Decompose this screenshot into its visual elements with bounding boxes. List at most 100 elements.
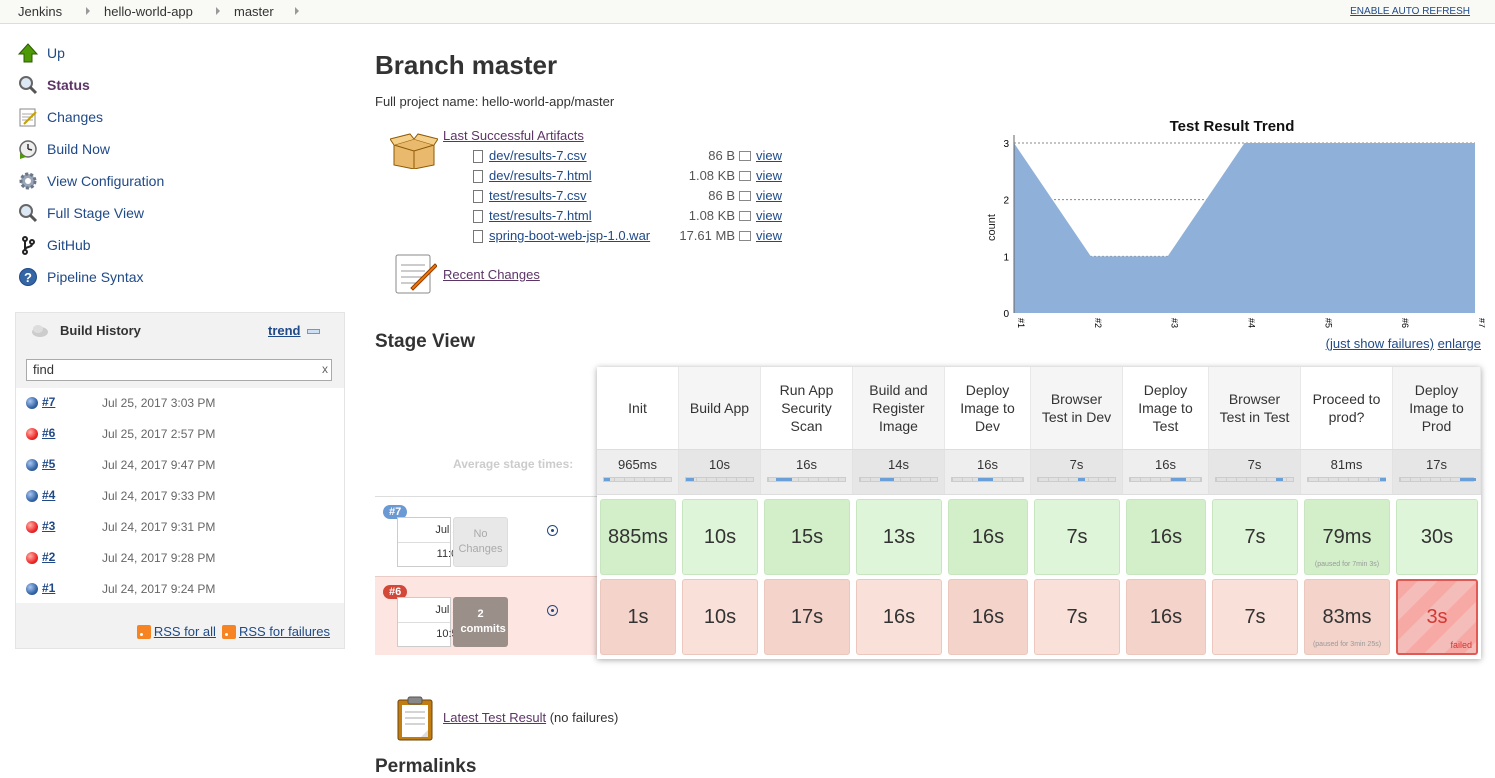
rss-failures-link[interactable]: RSS for failures	[239, 624, 330, 639]
stage-cell[interactable]: 79ms (paused for 7min 3s)	[1304, 499, 1390, 575]
stage-cell[interactable]: 16s	[948, 579, 1028, 655]
artifact-view-link[interactable]: view	[756, 168, 782, 183]
artifact-link[interactable]: test/results-7.html	[489, 208, 592, 223]
help-icon: ?	[17, 266, 39, 288]
task-up[interactable]: Up	[17, 41, 65, 65]
view-icon[interactable]	[739, 151, 751, 161]
search-clear-icon[interactable]: x	[322, 362, 328, 376]
task-label[interactable]: Pipeline Syntax	[47, 269, 144, 285]
task-label[interactable]: Up	[47, 45, 65, 61]
task-build-now[interactable]: Build Now	[17, 137, 110, 161]
artifact-link[interactable]: dev/results-7.csv	[489, 148, 587, 163]
task-pipeline-syntax[interactable]: ? Pipeline Syntax	[17, 265, 144, 289]
artifact-link[interactable]: test/results-7.csv	[489, 188, 587, 203]
magnifier-icon	[17, 74, 39, 96]
breadcrumb-hello-world-app[interactable]: hello-world-app	[104, 4, 193, 19]
task-label[interactable]: GitHub	[47, 237, 91, 253]
stage-cell[interactable]: 3s failed	[1396, 579, 1478, 655]
latest-test-result: Latest Test Result (no failures)	[443, 710, 618, 725]
build-history-trend-link[interactable]: trend	[268, 323, 301, 338]
breadcrumb-separator[interactable]	[86, 7, 90, 15]
artifact-view-link[interactable]: view	[756, 208, 782, 223]
download-icon[interactable]	[547, 525, 558, 536]
artifact-link[interactable]: spring-boot-web-jsp-1.0.war	[489, 228, 650, 243]
build-number-link[interactable]: #7	[42, 395, 55, 409]
last-successful-artifacts-link[interactable]: Last Successful Artifacts	[443, 128, 584, 143]
stage-cell[interactable]: 1s	[600, 579, 676, 655]
stage-average-value: 965ms	[617, 457, 658, 472]
build-row[interactable]: #4 Jul 24, 2017 9:33 PM	[16, 481, 344, 512]
build-row[interactable]: #6 Jul 25, 2017 2:57 PM	[16, 419, 344, 450]
artifact-link[interactable]: dev/results-7.html	[489, 168, 592, 183]
build-number-link[interactable]: #4	[42, 488, 55, 502]
stage-cell[interactable]: 83ms (paused for 3min 25s)	[1304, 579, 1390, 655]
enlarge-link[interactable]: enlarge	[1438, 336, 1481, 351]
stage-average-bar	[603, 477, 672, 482]
stage-cell[interactable]: 16s	[856, 579, 942, 655]
build-row[interactable]: #7 Jul 25, 2017 3:03 PM	[16, 388, 344, 419]
task-label[interactable]: View Configuration	[47, 173, 164, 189]
view-icon[interactable]	[739, 191, 751, 201]
stage-cell[interactable]: 13s	[856, 499, 942, 575]
run-row-7[interactable]: #7 Jul 25 11:03 No Changes	[375, 496, 597, 575]
view-icon[interactable]	[739, 211, 751, 221]
latest-test-result-link[interactable]: Latest Test Result	[443, 710, 546, 725]
build-row[interactable]: #5 Jul 24, 2017 9:47 PM	[16, 450, 344, 481]
breadcrumb-separator[interactable]	[216, 7, 220, 15]
stage-cell[interactable]: 30s	[1396, 499, 1478, 575]
artifact-view-link[interactable]: view	[756, 228, 782, 243]
build-number-link[interactable]: #3	[42, 519, 55, 533]
just-show-failures-link[interactable]: (just show failures)	[1326, 336, 1434, 351]
stage-cell[interactable]: 16s	[1126, 579, 1206, 655]
stage-cell[interactable]: 15s	[764, 499, 850, 575]
stage-average-time: 965ms	[597, 449, 679, 495]
rss-all-link[interactable]: RSS for all	[154, 624, 216, 639]
breadcrumb-master[interactable]: master	[234, 4, 274, 19]
build-number-link[interactable]: #2	[42, 550, 55, 564]
run-changes-label: 2 commits	[460, 608, 506, 635]
build-number-link[interactable]: #1	[42, 581, 55, 595]
stage-cell[interactable]: 7s	[1034, 499, 1120, 575]
stage-cell[interactable]: 16s	[1126, 499, 1206, 575]
stage-cell-duration: 16s	[1149, 605, 1183, 628]
task-label[interactable]: Status	[47, 77, 90, 93]
stage-cell[interactable]: 10s	[682, 579, 758, 655]
task-status[interactable]: Status	[17, 73, 90, 97]
recent-changes-link[interactable]: Recent Changes	[443, 267, 540, 282]
stage-cell[interactable]: 7s	[1212, 579, 1298, 655]
task-changes[interactable]: Changes	[17, 105, 103, 129]
stage-cell[interactable]: 7s	[1212, 499, 1298, 575]
build-row[interactable]: #3 Jul 24, 2017 9:31 PM	[16, 512, 344, 543]
stage-cell-duration: 83ms	[1322, 605, 1372, 628]
enable-auto-refresh-link[interactable]: ENABLE AUTO REFRESH	[1350, 6, 1470, 17]
view-icon[interactable]	[739, 231, 751, 241]
rss-icon	[136, 624, 151, 639]
task-github[interactable]: GitHub	[17, 233, 91, 257]
stage-cell[interactable]: 16s	[948, 499, 1028, 575]
task-label[interactable]: Changes	[47, 109, 103, 125]
build-history-search-input[interactable]: find	[26, 359, 332, 381]
stage-cell[interactable]: 10s	[682, 499, 758, 575]
build-number-link[interactable]: #5	[42, 457, 55, 471]
view-icon[interactable]	[739, 171, 751, 181]
run-changes-box[interactable]: 2 commits	[453, 597, 508, 647]
breadcrumb-separator[interactable]	[295, 7, 299, 15]
trend-minus-icon[interactable]	[307, 329, 320, 334]
stage-cell[interactable]: 17s	[764, 579, 850, 655]
artifact-view-link[interactable]: view	[756, 188, 782, 203]
download-icon[interactable]	[547, 605, 558, 616]
task-full-stage-view[interactable]: Full Stage View	[17, 201, 144, 225]
task-view-configuration[interactable]: View Configuration	[17, 169, 164, 193]
build-row[interactable]: #1 Jul 24, 2017 9:24 PM	[16, 574, 344, 605]
run-changes-box[interactable]: No Changes	[453, 517, 508, 567]
run-row-6[interactable]: #6 Jul 25 10:57 2 commits	[375, 576, 597, 655]
task-label[interactable]: Full Stage View	[47, 205, 144, 221]
build-number-link[interactable]: #6	[42, 426, 55, 440]
stage-cell[interactable]: 885ms	[600, 499, 676, 575]
build-row[interactable]: #2 Jul 24, 2017 9:28 PM	[16, 543, 344, 574]
artifact-view-link[interactable]: view	[756, 148, 782, 163]
breadcrumb-jenkins[interactable]: Jenkins	[18, 4, 62, 19]
stage-cell[interactable]: 7s	[1034, 579, 1120, 655]
task-label[interactable]: Build Now	[47, 141, 110, 157]
test-result-trend-chart[interactable]: Test Result Trend count 0123 #1 #2 #3 #4 #5 #…	[975, 110, 1485, 332]
